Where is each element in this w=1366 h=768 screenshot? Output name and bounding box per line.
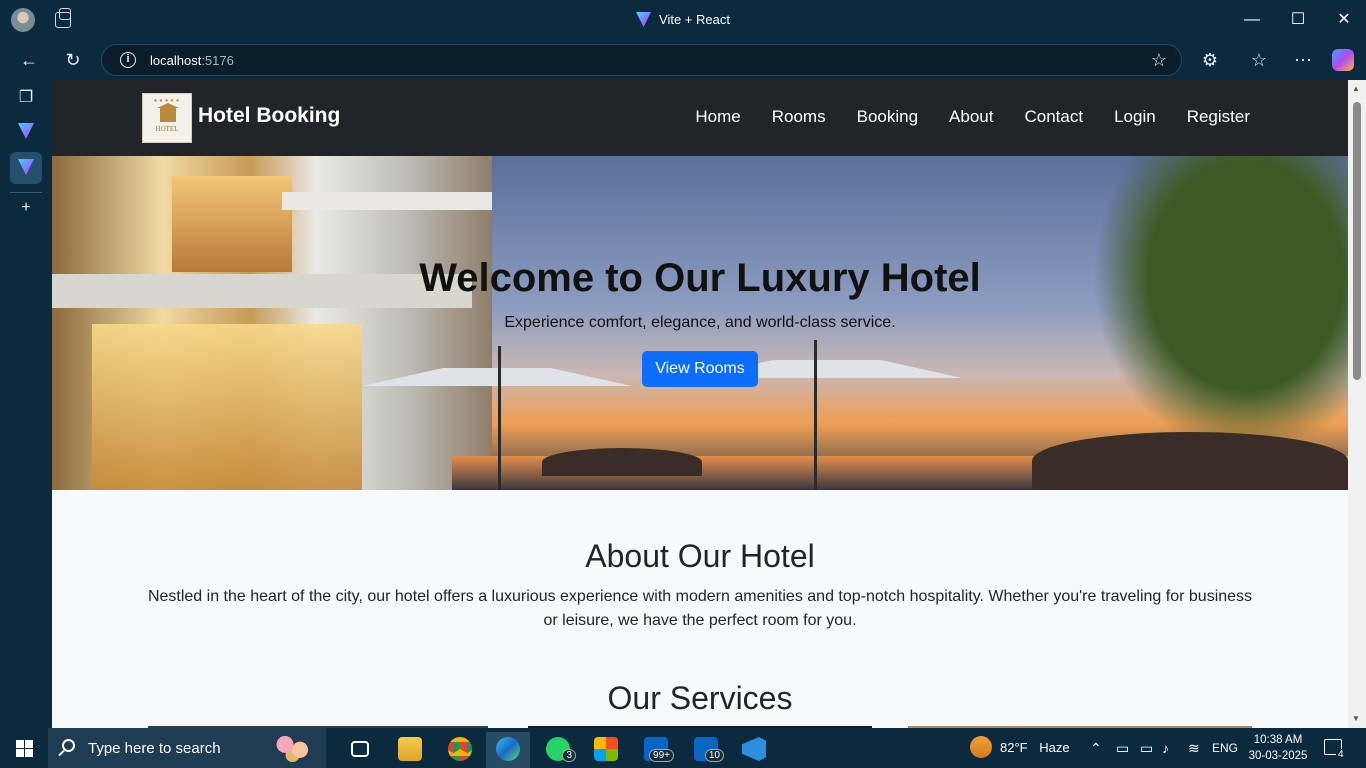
weather-icon: [970, 736, 992, 758]
linkedin-badge: 10: [704, 749, 724, 762]
hero-subtitle: Experience comfort, elegance, and world-…: [504, 314, 896, 331]
edge-icon[interactable]: [486, 732, 530, 768]
window-title: Vite + React: [0, 12, 1366, 27]
search-placeholder[interactable]: Type here to search: [88, 740, 221, 757]
show-hidden-icons[interactable]: ⌃: [1090, 728, 1102, 768]
extensions-icon[interactable]: ⚙: [1198, 48, 1222, 72]
vite-logo-icon: [636, 12, 652, 27]
nav-contact[interactable]: Contact: [1024, 107, 1083, 127]
search-highlight-image: [270, 730, 320, 766]
page-viewport: ★★★★★ HOTEL Hotel Booking Home Rooms Boo…: [52, 80, 1366, 728]
address-bar[interactable]: i localhost:5176 ☆: [101, 44, 1182, 76]
scroll-up-arrow-icon[interactable]: ▲: [1352, 84, 1360, 93]
about-title: About Our Hotel: [585, 538, 815, 574]
vertical-tabs-sidebar: ❐ +: [0, 80, 52, 728]
network-icon[interactable]: ≋: [1188, 728, 1200, 768]
nav-home[interactable]: Home: [695, 107, 740, 127]
nav-register[interactable]: Register: [1187, 107, 1250, 127]
hero-section: Welcome to Our Luxury Hotel Experience c…: [52, 156, 1348, 490]
nav-about[interactable]: About: [949, 107, 993, 127]
scroll-down-arrow-icon[interactable]: ▼: [1352, 714, 1360, 723]
url-text[interactable]: localhost:5176: [150, 53, 234, 68]
favorite-star-icon[interactable]: ☆: [1151, 50, 1167, 71]
refresh-icon[interactable]: ↻: [61, 48, 85, 72]
new-tab-plus-icon[interactable]: +: [10, 192, 42, 224]
notification-count: 4: [1336, 749, 1346, 760]
tab-vite-inactive[interactable]: [10, 116, 42, 148]
taskbar-search[interactable]: Type here to search: [48, 728, 326, 768]
hero-title: Welcome to Our Luxury Hotel: [419, 256, 981, 300]
nav-login[interactable]: Login: [1114, 107, 1156, 127]
chrome-icon[interactable]: [438, 732, 482, 768]
meet-now-icon[interactable]: ▭: [1116, 728, 1129, 768]
logo-stars: ★★★★★: [153, 98, 181, 104]
weather-widget[interactable]: 82°F Haze: [970, 728, 1070, 768]
hero-content: Welcome to Our Luxury Hotel Experience c…: [52, 256, 1348, 387]
about-section: About Our Hotel Nestled in the heart of …: [52, 490, 1348, 633]
favorites-icon[interactable]: ☆: [1247, 48, 1271, 72]
volume-icon[interactable]: ♪: [1162, 728, 1169, 768]
browser-toolbar: ← ↻ i localhost:5176 ☆ ⚙ ☆ ⋯: [0, 40, 1366, 80]
outlook-icon[interactable]: 99+: [634, 732, 678, 768]
system-clock[interactable]: 10:38 AM 30-03-2025: [1248, 732, 1308, 764]
about-text: Nestled in the heart of the city, our ho…: [147, 588, 1253, 629]
linkedin-icon[interactable]: 10: [684, 732, 728, 768]
weather-temp: 82°F: [1000, 740, 1028, 755]
scroll-thumb[interactable]: [1353, 102, 1361, 380]
store-icon[interactable]: [584, 732, 628, 768]
tab-vite-active[interactable]: [10, 152, 42, 184]
services-title: Our Services: [607, 680, 793, 716]
windows-start-icon[interactable]: [16, 740, 33, 757]
browser-title-bar: Vite + React — ☐ ✕: [0, 0, 1366, 40]
nav-booking[interactable]: Booking: [857, 107, 918, 127]
vite-logo-icon: [18, 159, 34, 175]
outlook-badge: 99+: [649, 749, 674, 762]
hotel-logo[interactable]: ★★★★★ HOTEL: [142, 93, 192, 143]
clock-date: 30-03-2025: [1248, 750, 1308, 762]
maximize-button[interactable]: ☐: [1275, 0, 1321, 40]
search-icon: [62, 739, 75, 752]
brand-name[interactable]: Hotel Booking: [198, 104, 340, 128]
task-view-icon[interactable]: [338, 732, 382, 768]
windows-taskbar: Type here to search 3 99+ 10 82°F Haze ⌃…: [0, 728, 1366, 768]
back-arrow-icon[interactable]: ←: [17, 48, 41, 72]
site-info-icon[interactable]: i: [120, 52, 136, 68]
tab-actions-icon[interactable]: ❐: [10, 82, 42, 114]
vite-logo-icon: [18, 123, 34, 139]
more-menu-icon[interactable]: ⋯: [1291, 48, 1315, 72]
battery-icon[interactable]: ▭: [1140, 728, 1153, 768]
hero-island: [1032, 432, 1348, 490]
close-button[interactable]: ✕: [1321, 0, 1366, 40]
clock-time: 10:38 AM: [1253, 734, 1303, 746]
page-scrollbar[interactable]: ▲ ▼: [1348, 80, 1366, 728]
site-navbar: ★★★★★ HOTEL Hotel Booking Home Rooms Boo…: [52, 80, 1348, 156]
vscode-icon[interactable]: [732, 732, 776, 768]
language-indicator[interactable]: ENG: [1212, 728, 1238, 768]
file-explorer-icon[interactable]: [388, 732, 432, 768]
whatsapp-icon[interactable]: 3: [536, 732, 580, 768]
hero-roof: [282, 192, 492, 210]
minimize-button[interactable]: —: [1229, 0, 1275, 40]
nav-rooms[interactable]: Rooms: [772, 107, 826, 127]
weather-desc: Haze: [1039, 740, 1070, 755]
view-rooms-button[interactable]: View Rooms: [642, 351, 758, 387]
copilot-icon[interactable]: [1332, 49, 1354, 71]
hero-island: [542, 448, 702, 476]
nav-links: Home Rooms Booking About Contact Login R…: [664, 107, 1250, 127]
logo-building-icon: [160, 108, 176, 122]
whatsapp-badge: 3: [562, 749, 576, 762]
logo-text: HOTEL: [155, 125, 179, 133]
